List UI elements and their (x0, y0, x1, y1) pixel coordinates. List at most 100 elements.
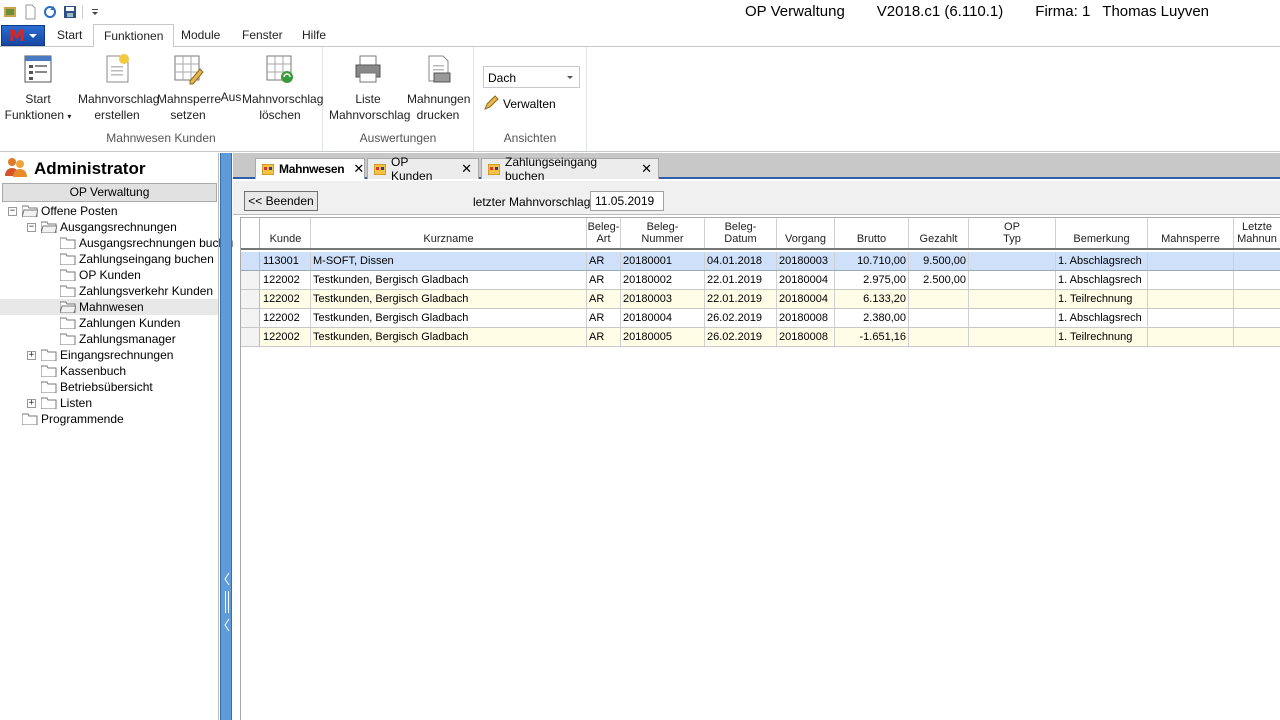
cell-kunde[interactable]: 122002 (261, 309, 311, 327)
cell-mahnsperre[interactable] (1148, 328, 1234, 346)
tree-programmende[interactable]: Programmende (21, 411, 124, 427)
tree-zahlungsmanager[interactable]: Zahlungsmanager (59, 331, 176, 347)
tab-funktionen[interactable]: Funktionen (93, 24, 175, 48)
tree-kassenbuch[interactable]: Kassenbuch (40, 363, 126, 379)
cell-beleg-art[interactable]: AR (587, 252, 621, 270)
cell-brutto[interactable]: 2.975,00 (835, 271, 909, 289)
letzter-mahnvorschlag-field[interactable]: 11.05.2019 (590, 191, 664, 211)
cell-letzte-mahnung[interactable] (1234, 309, 1280, 327)
table-row[interactable]: 122002 Testkunden, Bergisch Gladbach AR 201… (241, 309, 1280, 328)
beenden-button[interactable]: << Beenden (244, 191, 318, 211)
close-icon[interactable]: ✕ (353, 162, 364, 177)
table-row[interactable]: 122002 Testkunden, Bergisch Gladbach AR 201… (241, 271, 1280, 290)
column-header-beleg-nummer[interactable]: Beleg- Nummer (621, 218, 705, 248)
cell-beleg-datum[interactable]: 26.02.2019 (705, 328, 777, 346)
cell-op-typ[interactable] (969, 328, 1056, 346)
column-header-beleg-datum[interactable]: Beleg- Datum (705, 218, 777, 248)
row-header[interactable] (241, 290, 260, 308)
cell-beleg-art[interactable]: AR (587, 328, 621, 346)
tree-ausgangsrechnungen-buchen[interactable]: Ausgangsrechnungen buchen (59, 235, 238, 251)
cell-beleg-nummer[interactable]: 20180003 (621, 290, 705, 308)
collapse-icon[interactable]: − (8, 207, 17, 216)
doc-tab-mahnwesen[interactable]: Mahnwesen ✕ (255, 158, 365, 179)
cell-mahnsperre[interactable] (1148, 290, 1234, 308)
cell-kurzname[interactable]: Testkunden, Bergisch Gladbach (311, 328, 587, 346)
cell-kunde[interactable]: 113001 (261, 252, 311, 270)
cell-kurzname[interactable]: Testkunden, Bergisch Gladbach (311, 271, 587, 289)
cell-brutto[interactable]: 6.133,20 (835, 290, 909, 308)
cell-vorgang[interactable]: 20180008 (777, 328, 835, 346)
mahnvorschlag-erstellen-button[interactable]: Mahnvorschlag erstellen (78, 51, 159, 123)
expand-icon[interactable]: + (27, 399, 36, 408)
tree-offene-posten[interactable]: Offene Posten (21, 203, 118, 219)
tree-betriebsuebersicht[interactable]: Betriebsübersicht (40, 379, 153, 395)
cell-kunde[interactable]: 122002 (261, 290, 311, 308)
expand-icon[interactable]: + (27, 351, 36, 360)
cell-beleg-nummer[interactable]: 20180005 (621, 328, 705, 346)
column-header-kunde[interactable]: Kunde (261, 218, 311, 248)
cell-gezahlt[interactable]: 9.500,00 (909, 252, 969, 270)
row-header[interactable] (241, 271, 260, 289)
table-row[interactable]: 113001 M-SOFT, Dissen AR 20180001 04.01.2018… (241, 252, 1280, 271)
close-icon[interactable]: ✕ (461, 162, 472, 177)
cell-beleg-datum[interactable]: 26.02.2019 (705, 309, 777, 327)
cell-gezahlt[interactable] (909, 328, 969, 346)
column-header-kurzname[interactable]: Kurzname (311, 218, 587, 248)
refresh-icon[interactable] (42, 4, 58, 20)
cell-bemerkung[interactable]: 1. Teilrechnung (1056, 328, 1148, 346)
cell-letzte-mahnung[interactable] (1234, 290, 1280, 308)
cell-letzte-mahnung[interactable] (1234, 271, 1280, 289)
cell-kurzname[interactable]: Testkunden, Bergisch Gladbach (311, 290, 587, 308)
cell-brutto[interactable]: 2.380,00 (835, 309, 909, 327)
start-funktionen-button[interactable]: Start Funktionen ▾ (4, 51, 72, 125)
cell-letzte-mahnung[interactable] (1234, 252, 1280, 270)
column-header-vorgang[interactable]: Vorgang (777, 218, 835, 248)
cell-beleg-datum[interactable]: 22.01.2019 (705, 290, 777, 308)
cell-vorgang[interactable]: 20180004 (777, 271, 835, 289)
mahnungen-drucken-button[interactable]: Mahnungen drucken (407, 51, 470, 123)
cell-op-typ[interactable] (969, 309, 1056, 327)
close-icon[interactable]: ✕ (641, 162, 652, 177)
cell-op-typ[interactable] (969, 271, 1056, 289)
ansicht-select[interactable]: Dach (483, 66, 580, 88)
cell-beleg-datum[interactable]: 04.01.2018 (705, 252, 777, 270)
cell-brutto[interactable]: -1.651,16 (835, 328, 909, 346)
column-header-bemerkung[interactable]: Bemerkung (1056, 218, 1148, 248)
mahnvorschlag-loeschen-button[interactable]: Mahnvorschlag löschen (242, 51, 323, 123)
cell-bemerkung[interactable]: 1. Teilrechnung (1056, 290, 1148, 308)
row-header[interactable] (241, 309, 260, 327)
table-row[interactable]: 122002 Testkunden, Bergisch Gladbach AR 201… (241, 328, 1280, 347)
cell-beleg-nummer[interactable]: 20180004 (621, 309, 705, 327)
cell-mahnsperre[interactable] (1148, 309, 1234, 327)
cell-beleg-art[interactable]: AR (587, 271, 621, 289)
cell-gezahlt[interactable] (909, 309, 969, 327)
cell-mahnsperre[interactable] (1148, 252, 1234, 270)
cell-brutto[interactable]: 10.710,00 (835, 252, 909, 270)
cell-op-typ[interactable] (969, 290, 1056, 308)
liste-mahnvorschlag-button[interactable]: Liste Mahnvorschlag (329, 51, 410, 123)
tree-zahlungen-kunden[interactable]: Zahlungen Kunden (59, 315, 180, 331)
row-header[interactable] (241, 328, 260, 346)
new-document-icon[interactable] (22, 4, 38, 20)
column-header-gezahlt[interactable]: Gezahlt (909, 218, 969, 248)
cell-kurzname[interactable]: Testkunden, Bergisch Gladbach (311, 309, 587, 327)
cell-vorgang[interactable]: 20180008 (777, 309, 835, 327)
tab-hilfe[interactable]: Hilfe (292, 24, 336, 47)
cell-beleg-nummer[interactable]: 20180002 (621, 271, 705, 289)
cell-beleg-art[interactable]: AR (587, 290, 621, 308)
column-header-beleg-art[interactable]: Beleg- Art (587, 218, 621, 248)
cell-beleg-art[interactable]: AR (587, 309, 621, 327)
mahnsperre-setzen-button[interactable]: Mahnsperre setzen (157, 51, 221, 123)
tree-mahnwesen[interactable]: Mahnwesen (0, 299, 218, 315)
cell-op-typ[interactable] (969, 252, 1056, 270)
row-header[interactable] (241, 252, 260, 270)
aus-button[interactable]: Aus (220, 89, 242, 105)
verwalten-button[interactable]: Verwalten (483, 94, 556, 113)
tab-fenster[interactable]: Fenster (232, 24, 293, 47)
cell-bemerkung[interactable]: 1. Abschlagsrech (1056, 271, 1148, 289)
column-header-letzte-mahnung[interactable]: Letzte Mahnun (1234, 218, 1280, 248)
collapse-icon[interactable]: − (27, 223, 36, 232)
panel-splitter[interactable] (220, 153, 232, 720)
tree-ausgangsrechnungen[interactable]: Ausgangsrechnungen (40, 219, 177, 235)
tree-listen[interactable]: Listen (40, 395, 92, 411)
